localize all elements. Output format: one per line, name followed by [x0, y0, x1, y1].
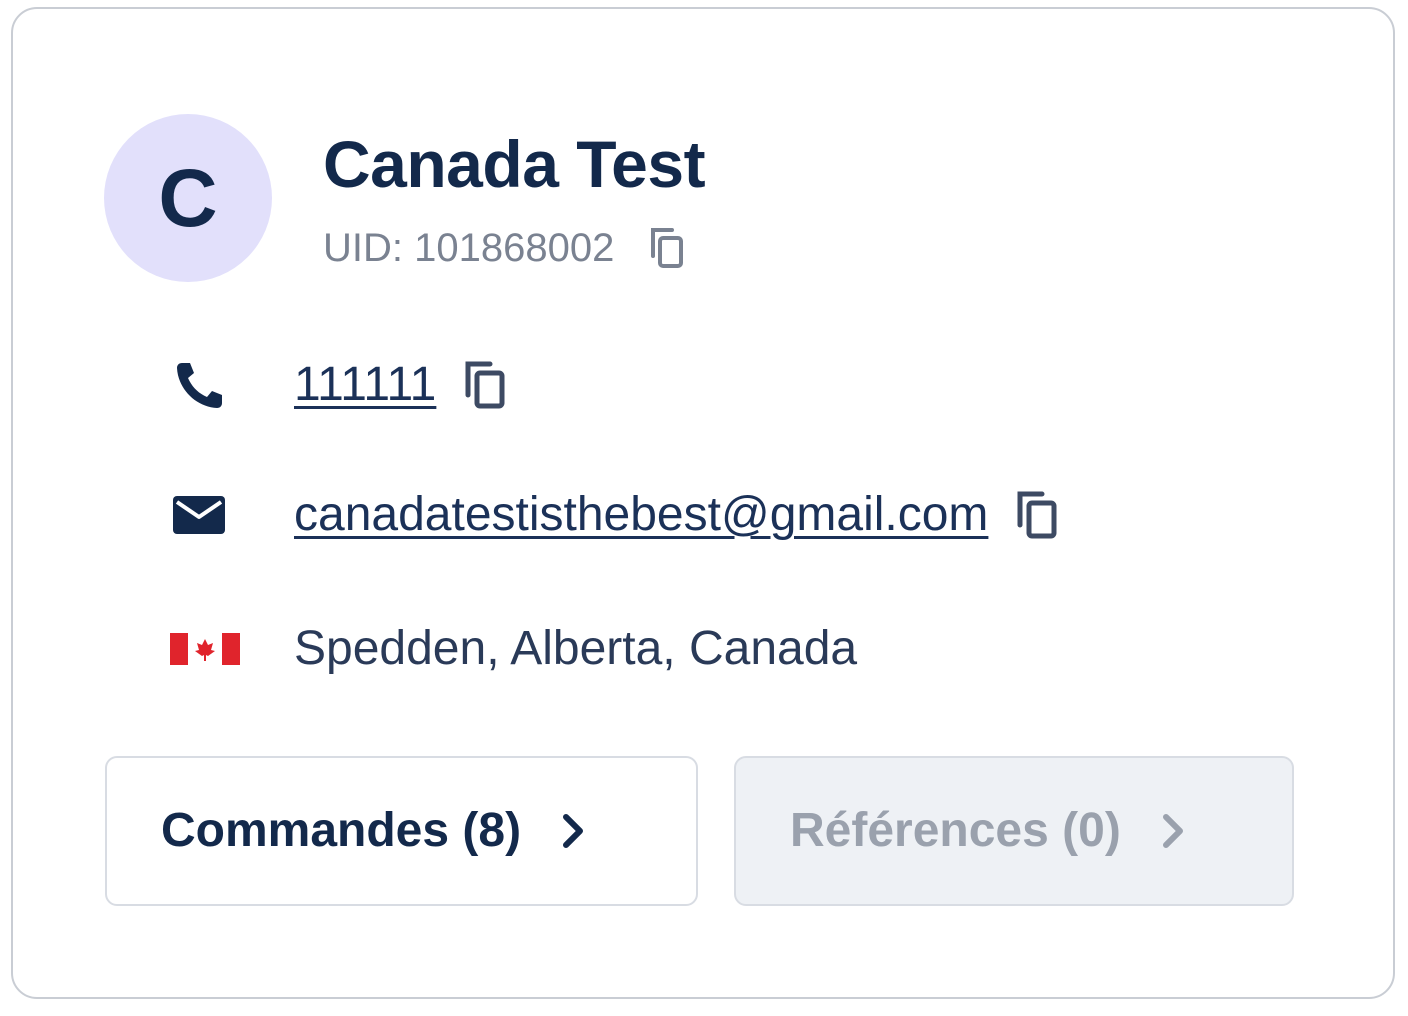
copy-uid-button[interactable] — [648, 226, 686, 270]
customer-name: Canada Test — [323, 127, 706, 201]
email-link[interactable]: canadatestisthebest@gmail.com — [294, 491, 988, 539]
copy-icon — [1017, 491, 1057, 539]
avatar-initial: C — [158, 153, 218, 244]
phone-link[interactable]: 111111 — [294, 361, 436, 409]
orders-button-label: Commandes (8) — [161, 804, 522, 857]
copy-icon — [465, 361, 505, 409]
copy-email-button[interactable] — [1014, 489, 1060, 541]
canada-flag-icon — [170, 633, 240, 665]
references-button-label: Références (0) — [790, 804, 1121, 857]
phone-row: 111111 — [170, 350, 508, 420]
chevron-right-icon — [563, 814, 584, 848]
references-button[interactable]: Références (0) — [734, 756, 1294, 906]
uid-text: UID: 101868002 — [323, 226, 615, 270]
chevron-right-icon — [1162, 814, 1183, 848]
envelope-icon — [173, 496, 225, 534]
location-row: Spedden, Alberta, Canada — [170, 614, 857, 684]
email-row: canadatestisthebest@gmail.com — [170, 480, 1060, 550]
phone-icon — [177, 363, 222, 408]
location-text: Spedden, Alberta, Canada — [294, 622, 858, 675]
orders-button[interactable]: Commandes (8) — [105, 756, 698, 906]
avatar: C — [104, 114, 272, 282]
copy-phone-button[interactable] — [462, 359, 508, 411]
uid-row: UID: 101868002 — [323, 224, 686, 272]
copy-icon — [651, 228, 684, 268]
